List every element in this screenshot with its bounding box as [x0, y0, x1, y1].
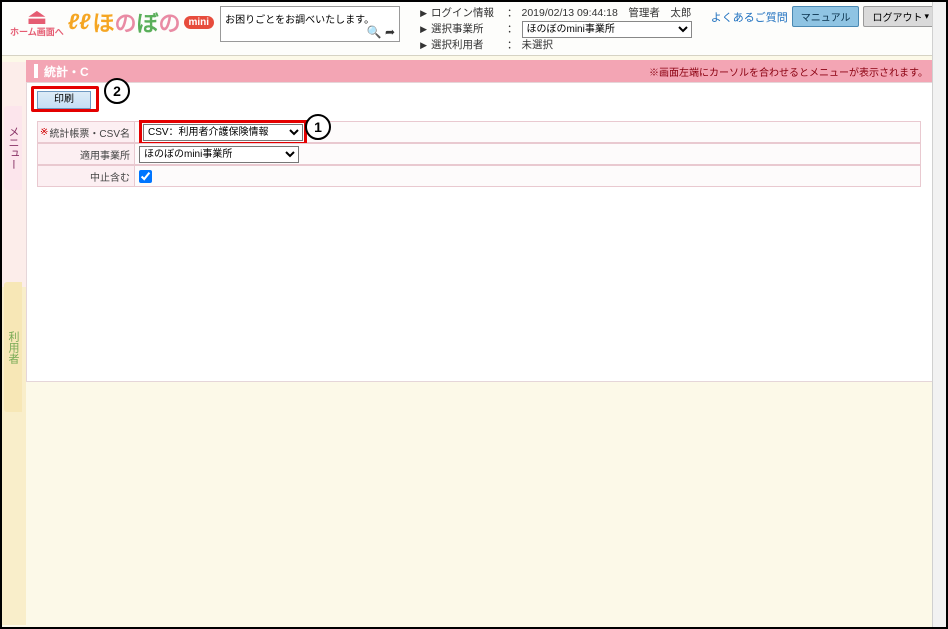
faq-link[interactable]: よくあるご質問 — [711, 9, 788, 25]
login-datetime: 2019/02/13 09:44:18 管理者 太郎 — [522, 6, 692, 21]
selected-user: 未選択 — [522, 38, 554, 53]
app-logo: ℓℓ ほ の ぼ の mini — [68, 6, 214, 38]
callout-1: 1 — [305, 114, 331, 140]
share-icon[interactable]: ➦ — [385, 25, 395, 39]
section-title: 統計・C — [44, 63, 89, 80]
home-icon: ⏏ — [10, 6, 64, 28]
callout-2: 2 — [104, 78, 130, 104]
search-icon[interactable]: 🔍 — [367, 25, 382, 39]
triangle-icon: ▶ — [420, 39, 427, 52]
office-label: 適用事業所 — [37, 143, 135, 165]
trouble-search[interactable]: お困りごとをお調べいたします。 🔍 ➦ — [220, 6, 400, 42]
section-hint: ※画面左端にカーソルを合わせるとメニューが表示されます。 — [649, 64, 928, 79]
csv-name-label: ※統計帳票・CSV名 — [37, 121, 135, 143]
selected-office[interactable]: ほのぼのmini事業所 — [522, 21, 692, 38]
home-label: ホーム画面へ — [10, 28, 64, 37]
app-header: ⏏ ホーム画面へ ℓℓ ほ の ぼ の mini お困りごとをお調べいたします。… — [2, 2, 946, 56]
home-link[interactable]: ⏏ ホーム画面へ — [10, 6, 64, 37]
chevron-down-icon: ▾ — [924, 11, 929, 22]
side-tab-user[interactable]: 利用者 — [4, 282, 22, 412]
print-button[interactable]: 印刷 — [37, 91, 91, 109]
section-title-bar: 統計・C ※画面左端にカーソルを合わせるとメニューが表示されます。 — [26, 60, 936, 82]
triangle-icon: ▶ — [420, 23, 427, 36]
discontinued-checkbox[interactable] — [139, 170, 152, 183]
trouble-text: お困りごとをお調べいたします。 — [225, 15, 374, 26]
logout-button[interactable]: ログアウト▾ — [863, 6, 938, 27]
discontinued-label: 中止含む — [37, 165, 135, 187]
main-panel: 印刷 ※統計帳票・CSV名 CSV：利用者介護保険情報 適用事業所 ほのぼのmi… — [26, 82, 936, 382]
login-info: ▶ ログイン情報： 2019/02/13 09:44:18 管理者 太郎 ▶ 選… — [420, 6, 691, 53]
annotation-frame: CSV：利用者介護保険情報 — [139, 120, 307, 145]
triangle-icon: ▶ — [420, 7, 427, 20]
office-select[interactable]: ほのぼのmini事業所 — [139, 146, 299, 163]
side-tab-menu[interactable]: メニュー — [4, 106, 22, 190]
csv-name-select[interactable]: CSV：利用者介護保険情報 — [143, 124, 303, 141]
vertical-scrollbar[interactable] — [932, 2, 946, 627]
manual-button[interactable]: マニュアル — [792, 6, 860, 27]
criteria-form: ※統計帳票・CSV名 CSV：利用者介護保険情報 適用事業所 ほのぼのmini事… — [37, 121, 921, 187]
